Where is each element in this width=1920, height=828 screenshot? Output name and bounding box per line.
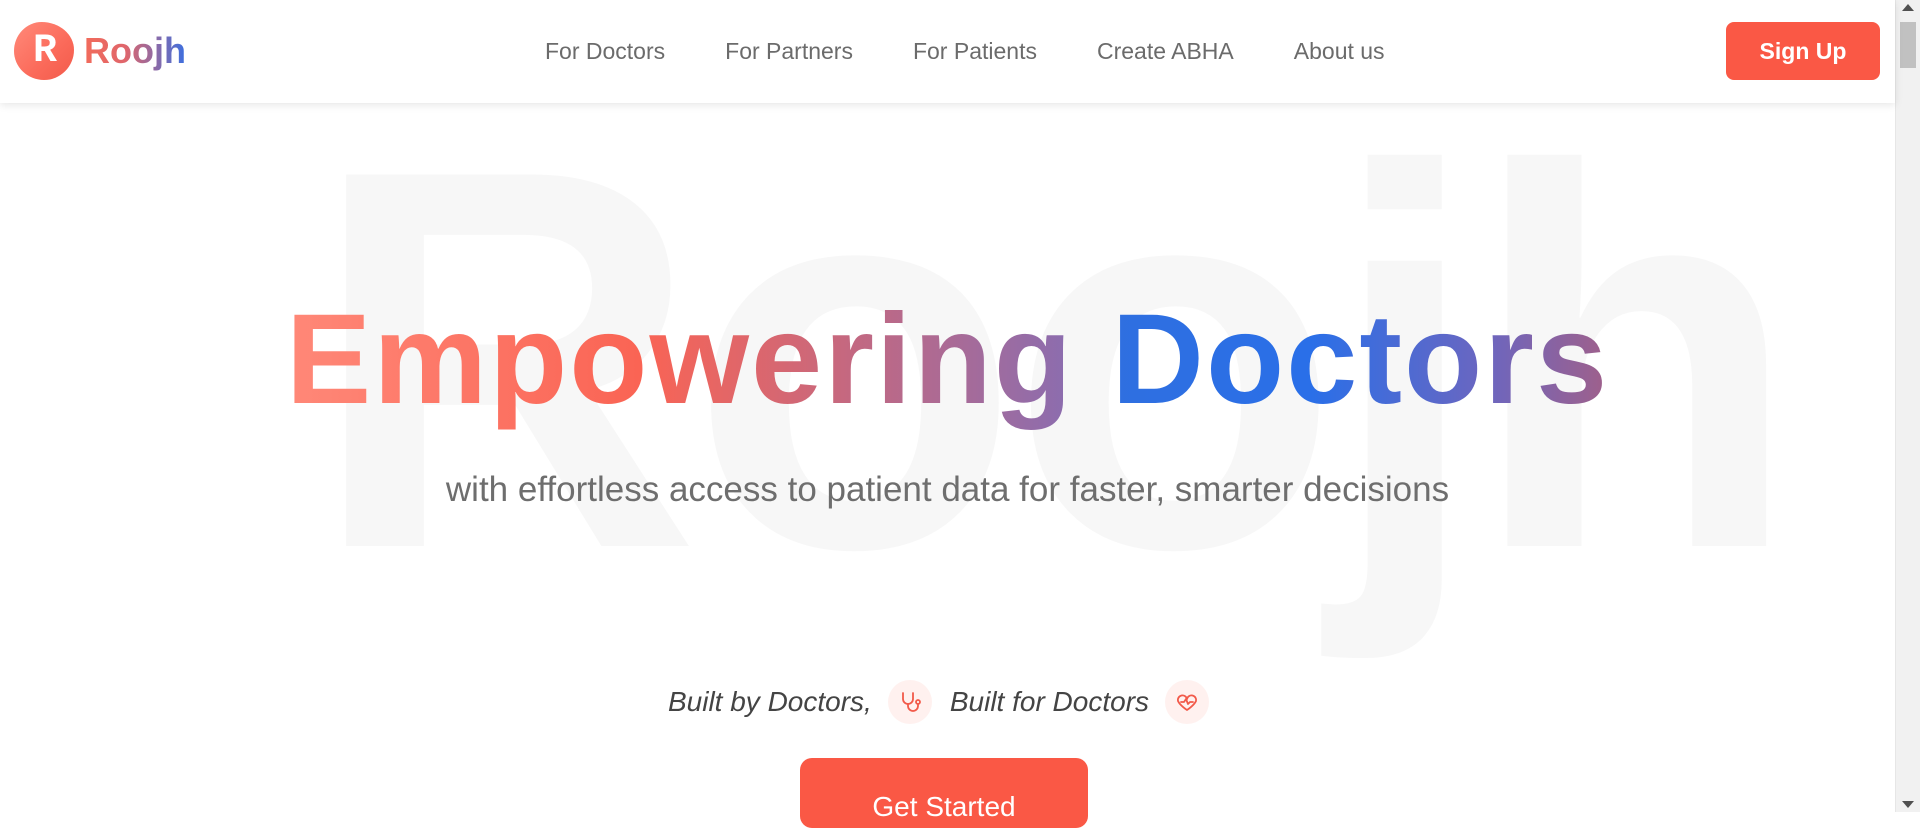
stethoscope-icon xyxy=(887,680,932,724)
nav-for-doctors[interactable]: For Doctors xyxy=(545,38,665,65)
headline-word-empowering: Empowering xyxy=(285,288,1074,431)
built-by-text: Built by Doctors, xyxy=(667,686,872,717)
headline-word-doctors: Doctors xyxy=(1111,288,1610,431)
sign-up-button[interactable]: Sign Up xyxy=(1726,22,1880,80)
nav-about-us[interactable]: About us xyxy=(1294,38,1385,65)
scroll-thumb[interactable] xyxy=(1900,22,1916,68)
heart-pulse-icon xyxy=(1165,680,1210,724)
scroll-down-icon[interactable] xyxy=(1902,801,1914,808)
brand-name: Roojh xyxy=(84,30,186,71)
nav-links: For Doctors For Partners For Patients Cr… xyxy=(545,0,1445,103)
brand-logo[interactable]: R Roojh xyxy=(14,21,186,81)
built-by-doctors-row: Built by Doctors, Built for Doctors xyxy=(0,680,1895,724)
hero-headline: Empowering Doctors xyxy=(0,285,1895,435)
built-for-text: Built for Doctors xyxy=(949,686,1150,717)
page-scrollbar[interactable] xyxy=(1895,0,1920,812)
nav-for-patients[interactable]: For Patients xyxy=(913,38,1037,65)
scroll-up-icon[interactable] xyxy=(1902,4,1914,11)
logo-mark-letter: R xyxy=(32,28,57,74)
top-navbar: R Roojh For Doctors For Partners For Pat… xyxy=(0,0,1895,103)
hero-subtitle: with effortless access to patient data f… xyxy=(445,470,1450,509)
nav-for-partners[interactable]: For Partners xyxy=(725,38,853,65)
get-started-button[interactable]: Get Started xyxy=(800,758,1088,828)
logo-mark-icon: R xyxy=(14,22,74,80)
nav-create-abha[interactable]: Create ABHA xyxy=(1097,38,1234,65)
